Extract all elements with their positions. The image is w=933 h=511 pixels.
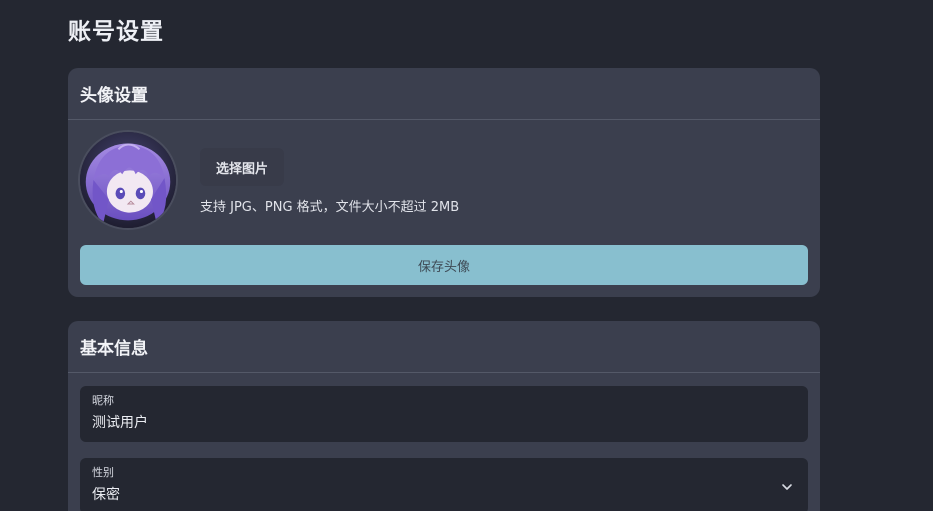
nickname-label: 昵称 <box>92 394 114 407</box>
upload-hint: 支持 JPG、PNG 格式，文件大小不超过 2MB <box>200 200 460 215</box>
gender-label: 性别 <box>92 466 114 479</box>
avatar-settings-card: 头像设置 选择图片 支持 JPG、PNG 格式，文件大小不超过 2MB 保存头像 <box>68 68 820 297</box>
avatar-image <box>80 132 176 228</box>
basic-card-title: 基本信息 <box>68 321 820 373</box>
account-settings-page: 账号设置 头像设置 选择图片 支持 JPG、PNG 格式，文件大小不超过 2MB… <box>0 0 933 511</box>
basic-info-card: 基本信息 昵称 测试用户 性别 保密 <box>68 321 820 511</box>
chevron-down-icon[interactable] <box>780 480 794 494</box>
choose-image-button[interactable]: 选择图片 <box>200 148 285 186</box>
page-title: 账号设置 <box>68 19 164 45</box>
avatar-card-title: 头像设置 <box>68 68 820 120</box>
save-avatar-button[interactable]: 保存头像 <box>80 245 808 285</box>
avatar <box>78 130 178 230</box>
nickname-input[interactable]: 测试用户 <box>92 412 796 432</box>
nickname-field[interactable]: 昵称 测试用户 <box>80 386 808 442</box>
gender-select[interactable]: 性别 保密 <box>80 458 808 511</box>
gender-value[interactable]: 保密 <box>92 484 796 504</box>
